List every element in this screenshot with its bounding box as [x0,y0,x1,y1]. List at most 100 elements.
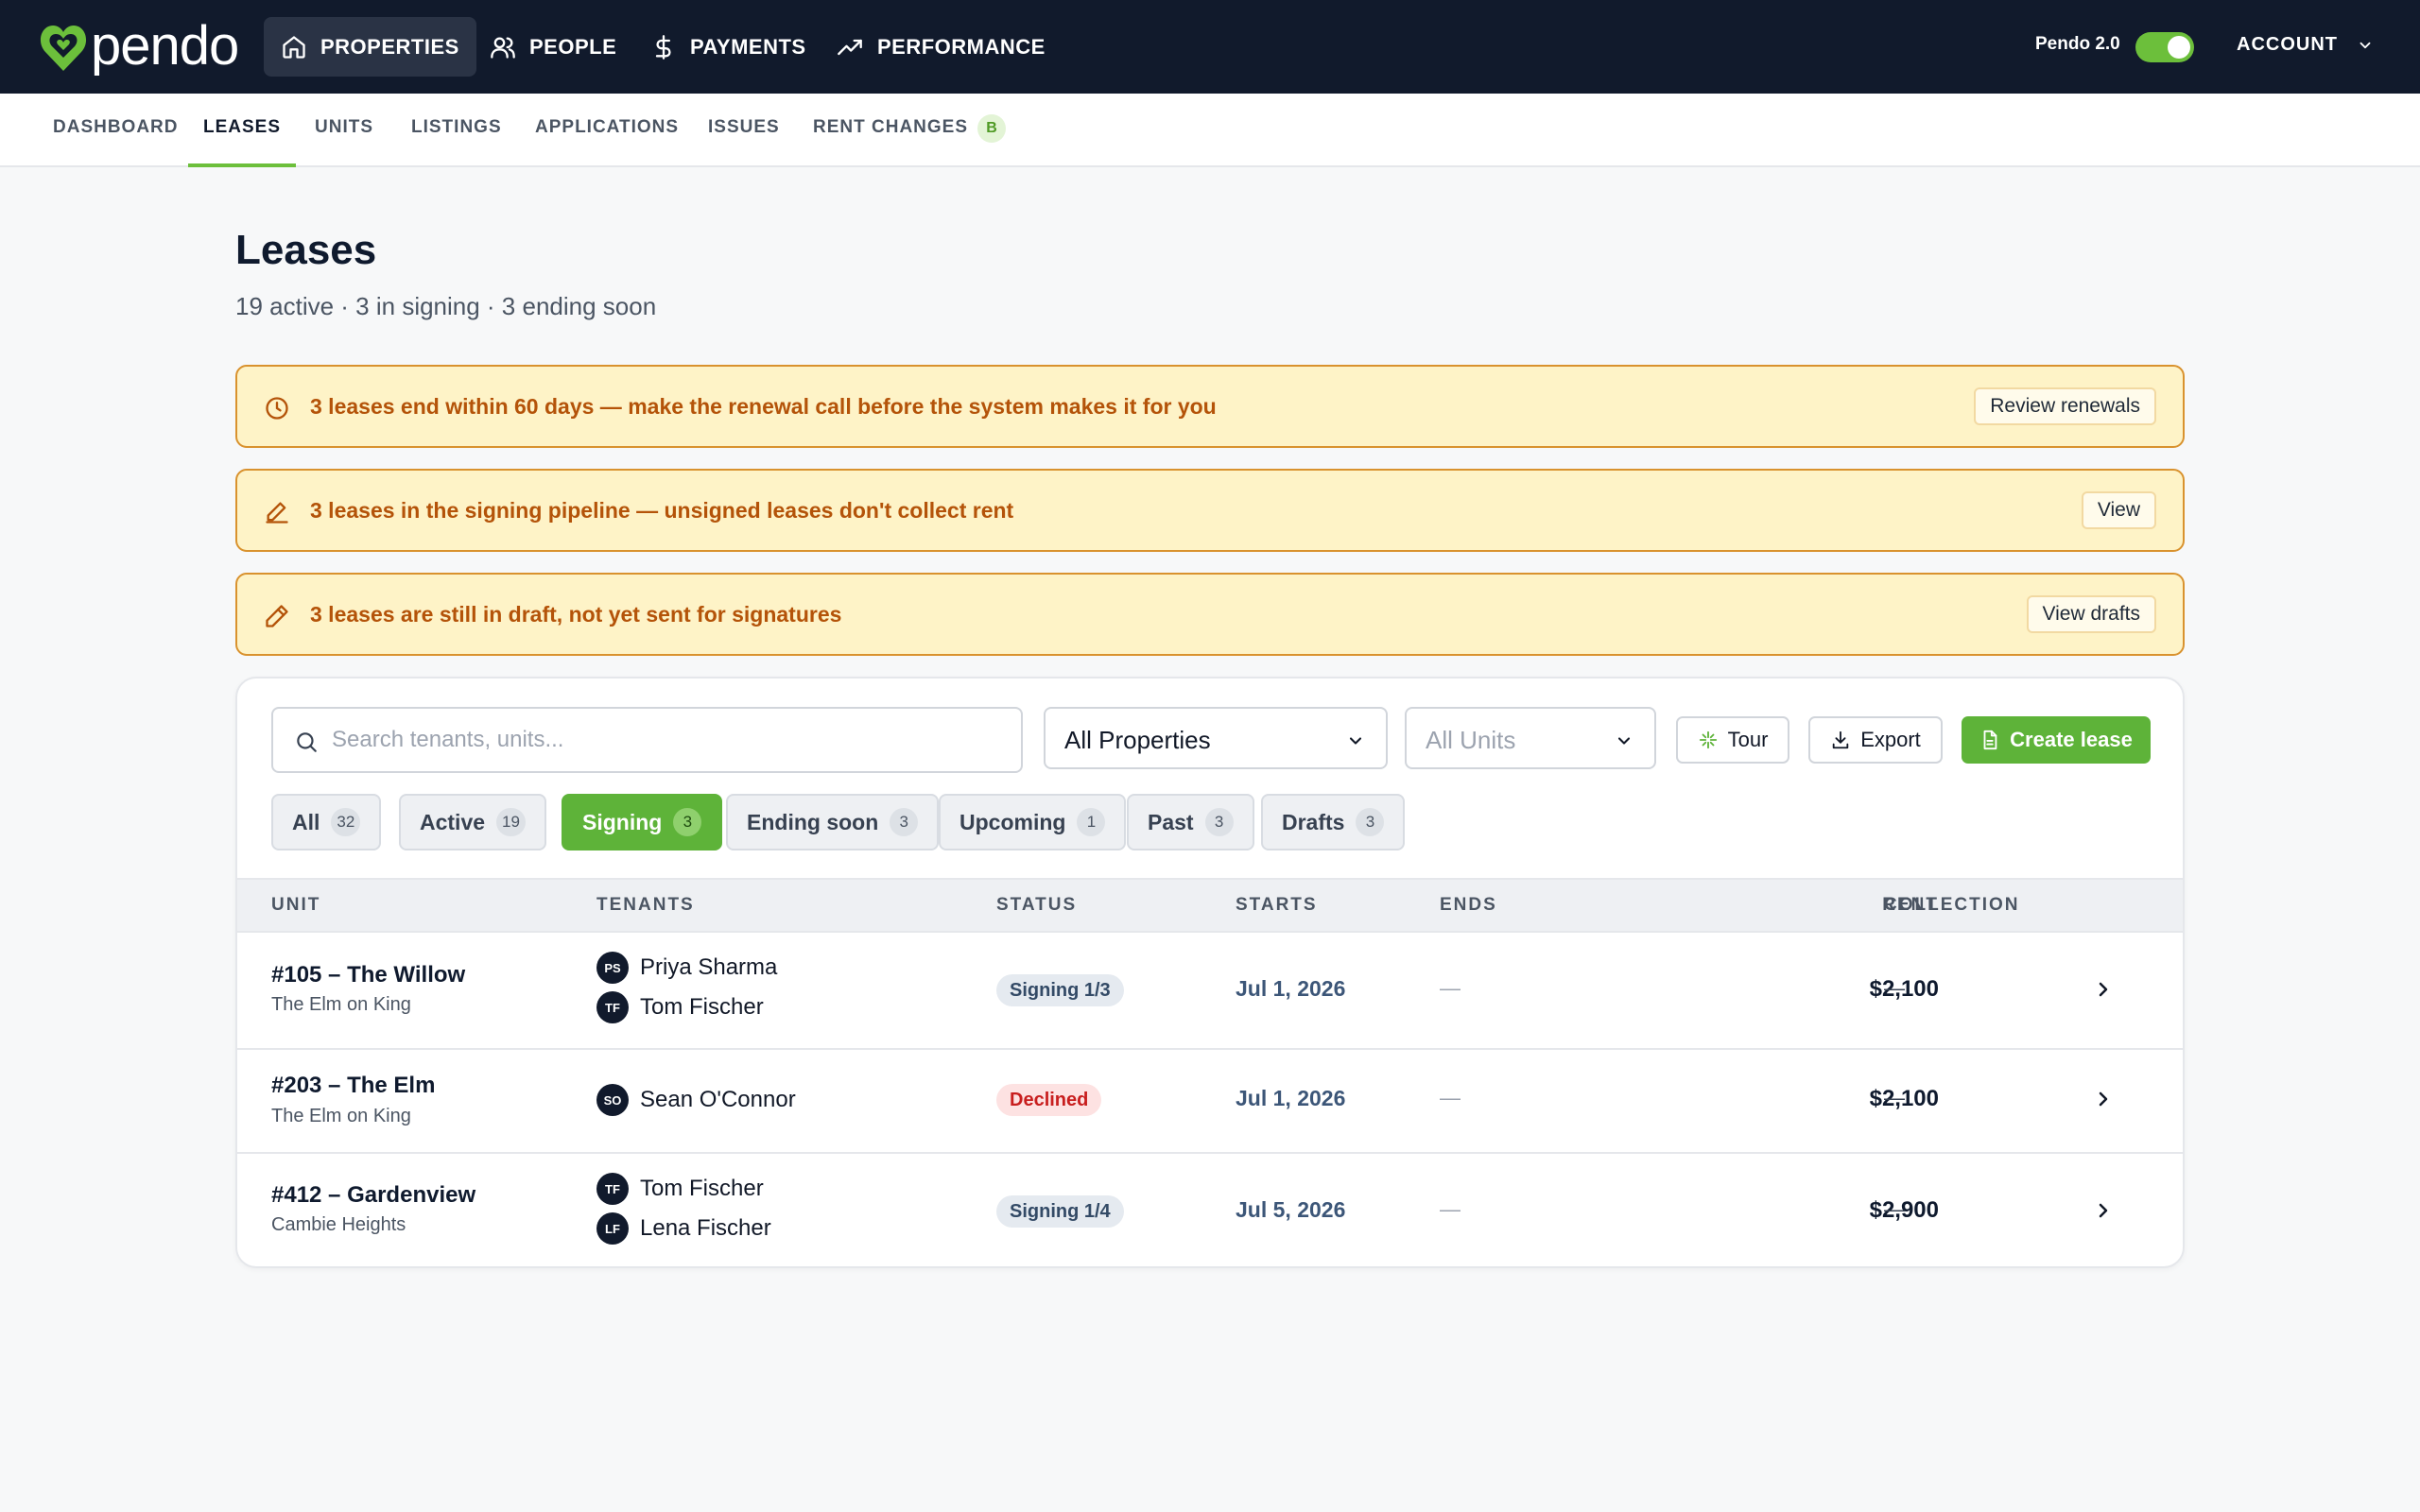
filter-ending-soon[interactable]: Ending soon 3 [726,794,940,850]
tab-rent-changes[interactable]: RENT CHANGES B [813,94,1007,167]
create-lease-button[interactable]: Create lease [1962,716,2151,764]
avatar: TF [596,991,629,1023]
unit-property: Cambie Heights [271,1214,406,1235]
dollar-icon [655,34,671,60]
tab-dashboard[interactable]: DASHBOARD [53,94,179,167]
tenant[interactable]: TF Tom Fischer [596,1173,764,1205]
tenant[interactable]: PS Priya Sharma [596,952,777,984]
account-menu[interactable]: ACCOUNT [2237,34,2374,56]
filter-all[interactable]: All 32 [271,794,382,850]
tenant[interactable]: SO Sean O'Connor [596,1084,796,1116]
chevron-right-icon[interactable] [2092,978,2115,1001]
nav-people-label: PEOPLE [529,34,617,59]
tenant-name: Tom Fischer [640,1176,764,1201]
filter-label: Past [1148,809,1194,834]
filter-label: Active [420,809,486,834]
chevron-down-icon [1617,737,1631,745]
search-box [271,707,1023,773]
tab-rent-changes-label: RENT CHANGES [813,117,969,137]
search-icon [297,732,317,752]
tab-applications[interactable]: APPLICATIONS [535,94,679,167]
start-date: Jul 1, 2026 [1236,1086,1346,1110]
tab-listings[interactable]: LISTINGS [411,94,502,167]
filter-count: 32 [331,808,361,836]
unit-name[interactable]: #412 – Gardenview [271,1182,475,1209]
view-drafts-button[interactable]: View drafts [2026,595,2156,633]
filter-past[interactable]: Past 3 [1127,794,1254,850]
col-starts[interactable]: STARTS [1236,895,1318,916]
pencil-icon [266,605,288,627]
unit-property: The Elm on King [271,994,411,1015]
chevron-down-icon [1349,737,1362,745]
unit-name[interactable]: #203 – The Elm [271,1073,435,1099]
beta-badge: B [977,114,1007,143]
col-ends[interactable]: ENDS [1440,895,1497,916]
nav-people[interactable]: PEOPLE [473,17,633,77]
tenant-name: Lena Fischer [640,1215,771,1241]
tenant[interactable]: LF Lena Fischer [596,1212,771,1245]
chevron-right-icon[interactable] [2092,1199,2115,1222]
filter-count: 1 [1077,808,1106,836]
filter-signing[interactable]: Signing 3 [562,794,723,850]
export-label: Export [1860,728,1921,751]
filter-label: All [292,809,320,834]
col-status[interactable]: STATUS [996,895,1077,916]
heart-logo-icon [40,26,87,71]
nav-payments[interactable]: PAYMENTS [633,17,823,77]
page-subtitle: 19 active · 3 in signing · 3 ending soon [235,292,657,320]
collection-value: — [1884,1197,1905,1221]
table-row[interactable]: #412 – Gardenview Cambie Heights TF Tom F… [237,1154,2183,1266]
collection-value: — [1884,1086,1905,1109]
tenant[interactable]: TF Tom Fischer [596,991,764,1023]
tenant-name: Priya Sharma [640,954,778,980]
filter-count: 3 [890,808,919,836]
people-icon [491,37,515,59]
pendo-version-label: Pendo 2.0 [2035,34,2120,54]
review-renewals-button[interactable]: Review renewals [1974,387,2156,425]
tab-units[interactable]: UNITS [315,94,373,167]
alert-renewals: 3 leases end within 60 days — make the r… [235,365,2185,448]
col-unit[interactable]: UNIT [271,895,320,916]
nav-performance[interactable]: PERFORMANCE [819,17,1063,77]
tenant-name: Sean O'Connor [640,1087,796,1112]
filter-upcoming[interactable]: Upcoming 1 [939,794,1127,850]
col-tenants[interactable]: TENANTS [596,895,695,916]
pendo-logo[interactable]: pendo [40,15,239,77]
filter-active[interactable]: Active 19 [399,794,546,850]
filter-count: 3 [1356,808,1385,836]
trend-up-icon [838,39,862,55]
nav-properties[interactable]: PROPERTIES [264,17,476,77]
nav-payments-label: PAYMENTS [690,34,806,59]
avatar: LF [596,1212,629,1245]
tab-leases[interactable]: LEASES [188,94,296,167]
unit-property: The Elm on King [271,1106,411,1126]
table-row[interactable]: #203 – The Elm The Elm on King SO Sean O'… [237,1050,2183,1154]
pendo-version-toggle[interactable] [2135,32,2194,62]
search-input[interactable] [332,718,994,762]
tab-issues[interactable]: ISSUES [708,94,780,167]
col-collection[interactable]: COLLECTION [1884,895,2020,916]
status-badge: Signing 1/3 [996,974,1124,1006]
table-row[interactable]: #105 – The Willow The Elm on King PS Priy… [237,933,2183,1050]
export-button[interactable]: Export [1808,716,1943,764]
toggle-knob [2168,36,2190,59]
create-lease-label: Create lease [2010,728,2133,751]
nav-performance-label: PERFORMANCE [877,34,1046,59]
signature-icon [266,502,288,524]
filter-count: 3 [673,808,702,836]
unit-select[interactable]: All Units [1405,707,1656,769]
view-signing-button[interactable]: View [2081,491,2156,529]
tour-button[interactable]: Tour [1676,716,1789,764]
rent-amount: $2,100 [1869,1086,1939,1111]
top-navbar: pendo PROPERTIES PEOPLE PAYMENTS PERFORM… [0,0,2420,94]
filter-drafts[interactable]: Drafts 3 [1261,794,1406,850]
status-badge: Declined [996,1084,1102,1116]
logo-text: pendo [91,15,239,77]
chevron-right-icon[interactable] [2092,1088,2115,1110]
end-date: — [1440,976,1461,1000]
document-icon [1983,730,1997,750]
unit-name[interactable]: #105 – The Willow [271,962,465,988]
unit-select-value: All Units [1426,726,1516,754]
property-select[interactable]: All Properties [1044,707,1388,769]
filter-label: Signing [582,809,663,834]
